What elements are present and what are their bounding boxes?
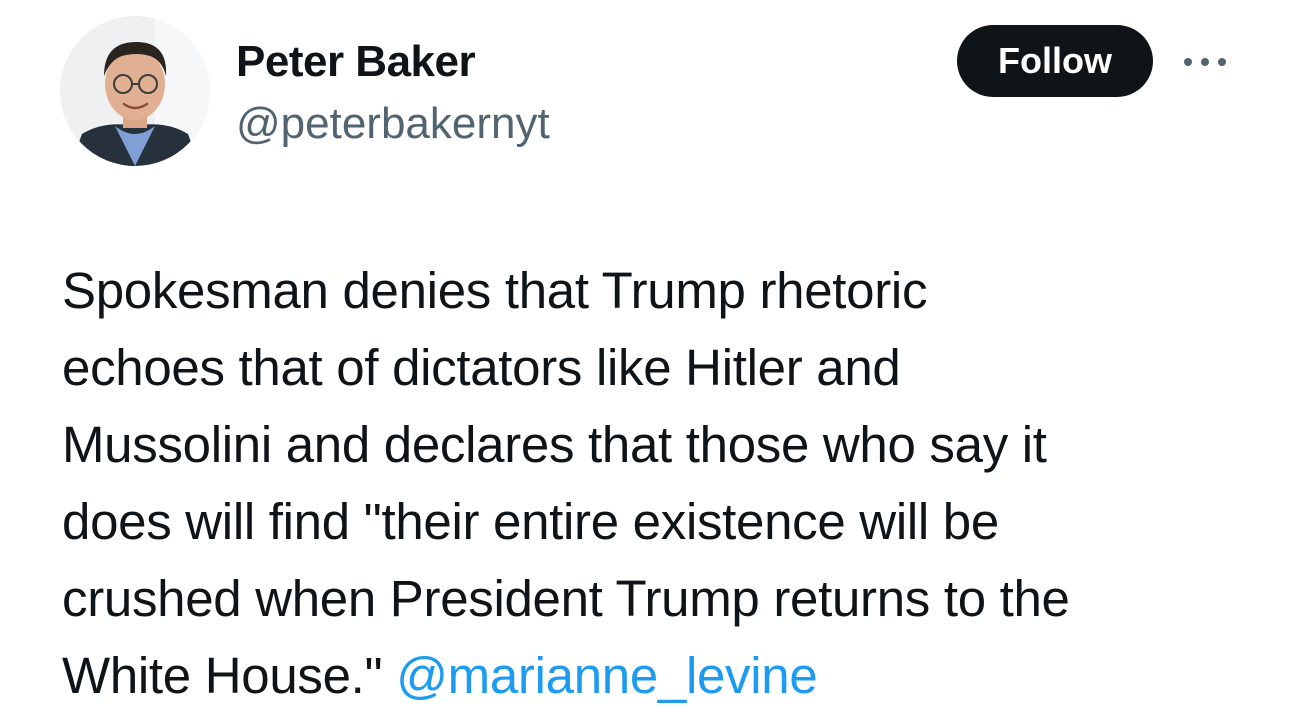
more-options-button[interactable]: [1180, 50, 1230, 74]
tweet-line: echoes that of dictators like Hitler and: [62, 339, 901, 396]
tweet-line-text: White House.": [62, 647, 397, 704]
author-handle[interactable]: @peterbakernyt: [236, 98, 550, 150]
tweet-line: Spokesman denies that Trump rhetoric: [62, 262, 928, 319]
profile-photo-icon: [60, 16, 210, 166]
follow-button[interactable]: Follow: [957, 25, 1153, 97]
tweet-text: Spokesman denies that Trump rhetoric ech…: [62, 252, 1262, 714]
tweet-line: Mussolini and declares that those who sa…: [62, 416, 1047, 473]
more-options-icon: [1184, 58, 1226, 66]
author-name[interactable]: Peter Baker: [236, 36, 476, 88]
tweet-line: does will find "their entire existence w…: [62, 493, 999, 550]
tweet-last-line: White House." @marianne_levine: [62, 637, 1262, 714]
mention-link[interactable]: @marianne_levine: [396, 647, 818, 704]
avatar[interactable]: [60, 16, 210, 166]
tweet-line: crushed when President Trump returns to …: [62, 570, 1070, 627]
